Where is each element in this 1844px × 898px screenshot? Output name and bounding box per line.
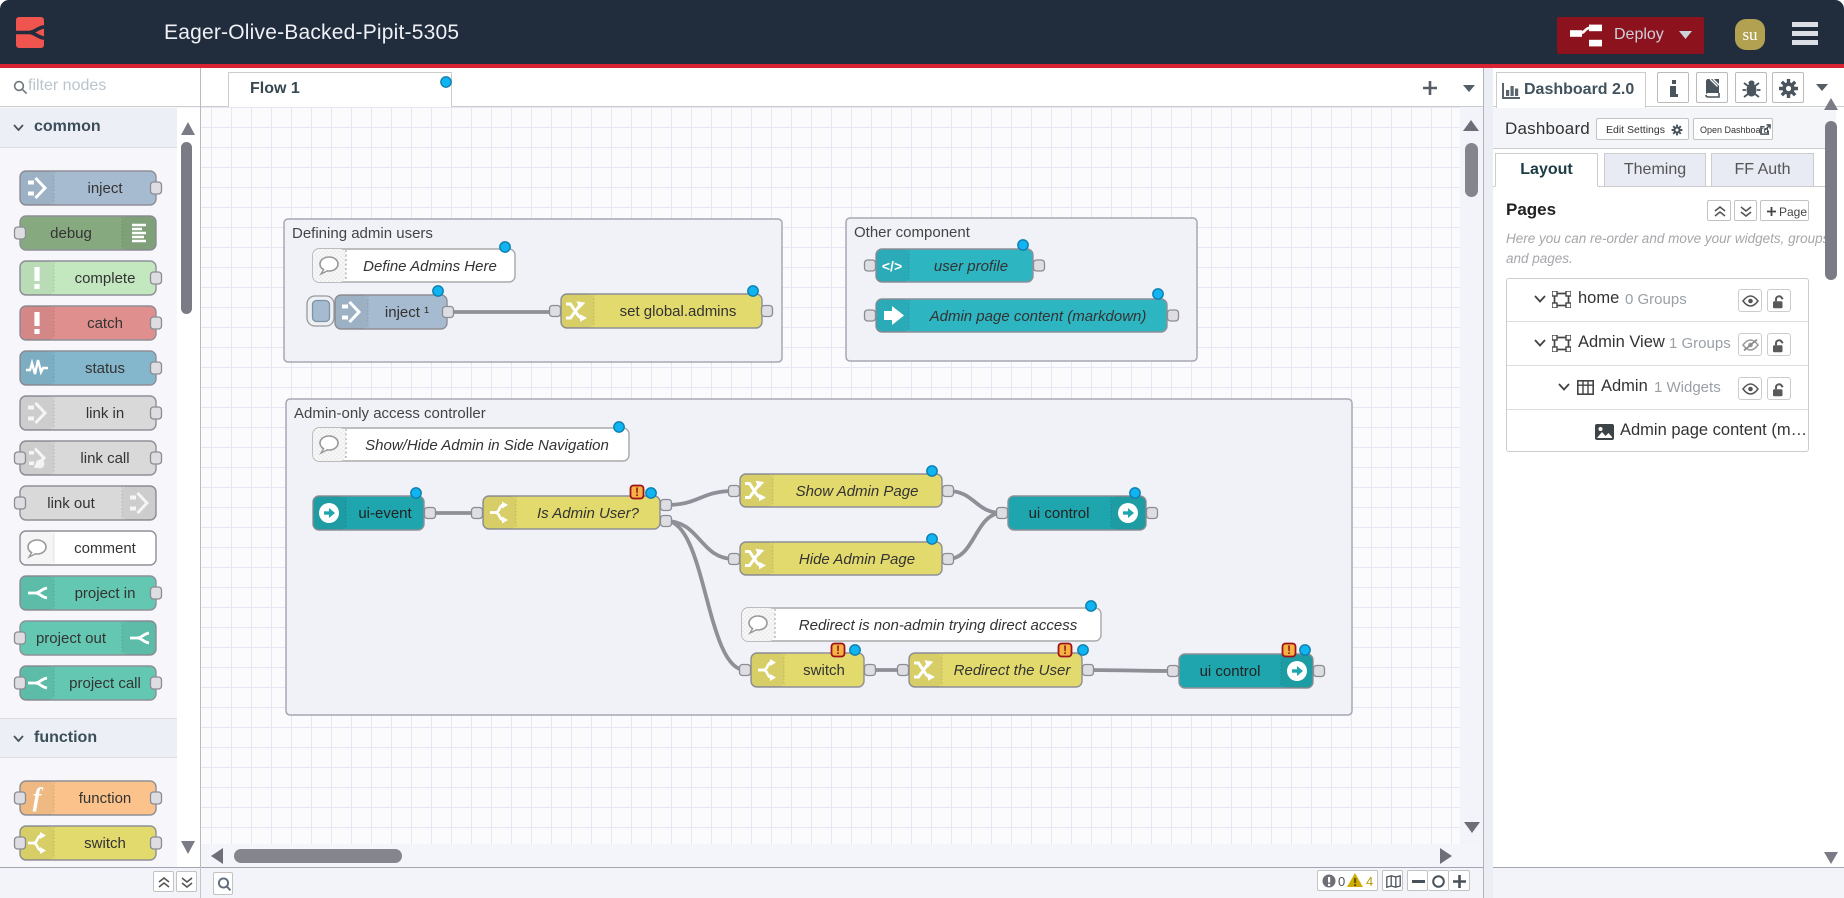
svg-text:link in: link in (86, 405, 124, 422)
svg-text:link call: link call (80, 450, 129, 467)
svg-text:debug: debug (50, 225, 92, 242)
svg-text:project call: project call (69, 675, 141, 692)
svg-text:link out: link out (47, 495, 95, 512)
svg-text:Redirect is non-admin trying d: Redirect is non-admin trying direct acce… (799, 617, 1078, 634)
svg-text:Show Admin Page: Show Admin Page (796, 483, 919, 500)
svg-text:Is Admin User?: Is Admin User? (537, 505, 640, 522)
svg-text:user profile: user profile (934, 258, 1008, 275)
svg-text:catch: catch (87, 315, 123, 332)
svg-text:Other component: Other component (854, 224, 971, 241)
svg-text:switch: switch (803, 662, 845, 679)
svg-text:set global.admins: set global.admins (620, 303, 737, 320)
svg-text:inject ¹: inject ¹ (385, 304, 429, 321)
svg-text:Define Admins Here: Define Admins Here (363, 258, 497, 275)
svg-text:inject: inject (87, 180, 123, 197)
svg-text:status: status (85, 360, 125, 377)
svg-text:ui control: ui control (1029, 505, 1090, 522)
svg-text:project in: project in (75, 585, 136, 602)
svg-text:Defining admin users: Defining admin users (292, 225, 433, 242)
svg-text:</>: </> (882, 258, 902, 274)
svg-text:Admin page content (markdown): Admin page content (markdown) (929, 308, 1147, 325)
svg-text:switch: switch (84, 835, 126, 852)
svg-text:project out: project out (36, 630, 107, 647)
svg-text:Admin-only access controller: Admin-only access controller (294, 405, 486, 422)
svg-text:Show/Hide Admin in Side Naviga: Show/Hide Admin in Side Navigation (365, 437, 609, 454)
svg-text:ui control: ui control (1200, 663, 1261, 680)
svg-text:ui-event: ui-event (358, 505, 412, 522)
svg-text:comment: comment (74, 540, 137, 557)
svg-text:Redirect the User: Redirect the User (954, 662, 1072, 679)
svg-text:Hide Admin Page: Hide Admin Page (799, 551, 915, 568)
svg-text:function: function (79, 790, 132, 807)
svg-text:complete: complete (75, 270, 136, 287)
